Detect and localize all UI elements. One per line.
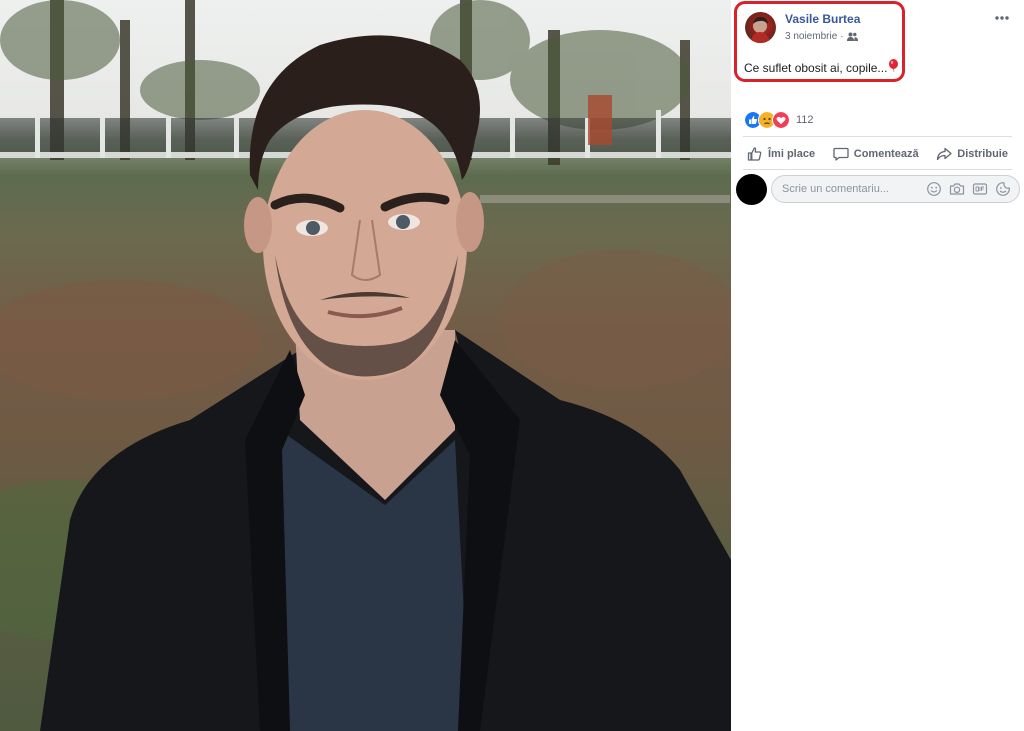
gif-icon[interactable] — [972, 181, 988, 197]
comment-box[interactable] — [771, 175, 1020, 203]
like-button[interactable]: Îmi place — [739, 142, 823, 166]
commenter-avatar[interactable] — [736, 174, 767, 205]
photo-illustration — [0, 0, 731, 731]
friends-icon[interactable] — [846, 32, 858, 41]
post-date-link[interactable]: 3 noiembrie — [785, 31, 837, 42]
share-button-label: Distribuie — [957, 148, 1008, 160]
love-reaction-icon — [772, 111, 790, 129]
post-text: Ce suflet obosit ai, copile... — [744, 58, 899, 75]
more-options-icon[interactable] — [994, 10, 1010, 26]
comment-tools — [926, 181, 1011, 197]
meta-separator: · — [840, 31, 844, 42]
post-text-content: Ce suflet obosit ai, copile... — [744, 61, 888, 75]
pupil-right — [396, 215, 410, 229]
share-button[interactable]: Distribuie — [928, 142, 1016, 166]
comment-icon — [833, 147, 849, 161]
comment-input[interactable] — [782, 183, 926, 195]
post-actions: Îmi place Comentează Distribuie — [739, 140, 1016, 168]
emoji-icon[interactable] — [926, 181, 942, 197]
camera-icon[interactable] — [949, 181, 965, 197]
avatar-image — [750, 16, 771, 43]
divider-top — [743, 136, 1012, 137]
author-name-link[interactable]: Vasile Burtea — [785, 12, 860, 26]
like-button-label: Îmi place — [768, 148, 816, 160]
reaction-count[interactable]: 112 — [796, 114, 814, 126]
post-meta: 3 noiembrie · — [785, 31, 858, 42]
balloon-icon — [888, 58, 899, 72]
face — [263, 110, 467, 380]
pupil-left — [306, 221, 320, 235]
ear-left — [244, 197, 272, 253]
post-photo[interactable] — [0, 0, 731, 731]
comment-button[interactable]: Comentează — [825, 142, 927, 166]
divider-bottom — [743, 169, 1012, 170]
ear-right — [456, 192, 484, 252]
share-icon — [937, 147, 952, 161]
reactions-summary[interactable]: 112 — [744, 111, 814, 129]
comment-composer — [736, 174, 1021, 205]
post-side-panel: Vasile Burtea 3 noiembrie · Ce suflet ob… — [731, 0, 1024, 731]
sticker-icon[interactable] — [995, 181, 1011, 197]
author-avatar[interactable] — [745, 12, 776, 43]
thumbs-up-icon — [747, 147, 762, 161]
comment-button-label: Comentează — [853, 148, 919, 160]
